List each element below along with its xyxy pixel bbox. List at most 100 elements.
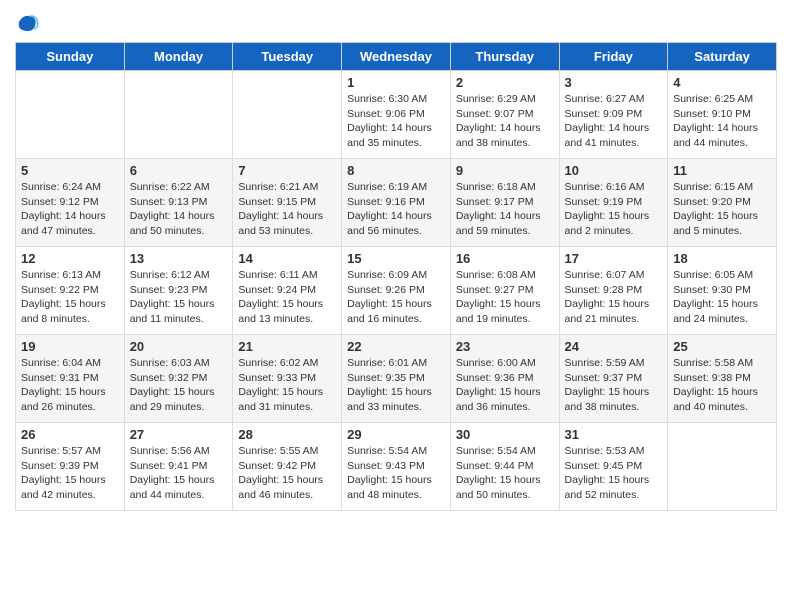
- cell-info: Sunrise: 6:09 AMSunset: 9:26 PMDaylight:…: [347, 268, 445, 327]
- calendar-week-3: 12 Sunrise: 6:13 AMSunset: 9:22 PMDayligh…: [16, 247, 777, 335]
- calendar-cell: 20 Sunrise: 6:03 AMSunset: 9:32 PMDayligh…: [124, 335, 233, 423]
- calendar-cell: 12 Sunrise: 6:13 AMSunset: 9:22 PMDayligh…: [16, 247, 125, 335]
- cell-info: Sunrise: 6:19 AMSunset: 9:16 PMDaylight:…: [347, 180, 445, 239]
- cell-info: Sunrise: 6:05 AMSunset: 9:30 PMDaylight:…: [673, 268, 771, 327]
- calendar-cell: 11 Sunrise: 6:15 AMSunset: 9:20 PMDayligh…: [668, 159, 777, 247]
- calendar-cell: 14 Sunrise: 6:11 AMSunset: 9:24 PMDayligh…: [233, 247, 342, 335]
- calendar-cell: 17Sunrise: 6:07 AMSunset: 9:28 PMDayligh…: [559, 247, 668, 335]
- day-header-friday: Friday: [559, 43, 668, 71]
- calendar-cell: 30Sunrise: 5:54 AMSunset: 9:44 PMDayligh…: [450, 423, 559, 511]
- calendar-cell: [16, 71, 125, 159]
- cell-info: Sunrise: 6:02 AMSunset: 9:33 PMDaylight:…: [238, 356, 336, 415]
- calendar-cell: 7 Sunrise: 6:21 AMSunset: 9:15 PMDaylight…: [233, 159, 342, 247]
- day-header-wednesday: Wednesday: [342, 43, 451, 71]
- calendar-week-4: 19 Sunrise: 6:04 AMSunset: 9:31 PMDayligh…: [16, 335, 777, 423]
- cell-date: 4: [673, 75, 771, 90]
- cell-info: Sunrise: 5:58 AMSunset: 9:38 PMDaylight:…: [673, 356, 771, 415]
- page-header: [15, 10, 777, 34]
- calendar-cell: 2 Sunrise: 6:29 AMSunset: 9:07 PMDaylight…: [450, 71, 559, 159]
- cell-info: Sunrise: 6:08 AMSunset: 9:27 PMDaylight:…: [456, 268, 554, 327]
- cell-date: 1: [347, 75, 445, 90]
- calendar-cell: [233, 71, 342, 159]
- cell-info: Sunrise: 6:15 AMSunset: 9:20 PMDaylight:…: [673, 180, 771, 239]
- cell-date: 19: [21, 339, 119, 354]
- cell-info: Sunrise: 6:24 AMSunset: 9:12 PMDaylight:…: [21, 180, 119, 239]
- calendar-cell: [124, 71, 233, 159]
- calendar-cell: 27 Sunrise: 5:56 AMSunset: 9:41 PMDayligh…: [124, 423, 233, 511]
- cell-info: Sunrise: 5:54 AMSunset: 9:43 PMDaylight:…: [347, 444, 445, 503]
- calendar-cell: 4 Sunrise: 6:25 AMSunset: 9:10 PMDaylight…: [668, 71, 777, 159]
- cell-date: 9: [456, 163, 554, 178]
- cell-date: 2: [456, 75, 554, 90]
- cell-date: 12: [21, 251, 119, 266]
- cell-date: 27: [130, 427, 228, 442]
- cell-info: Sunrise: 6:13 AMSunset: 9:22 PMDaylight:…: [21, 268, 119, 327]
- cell-info: Sunrise: 6:03 AMSunset: 9:32 PMDaylight:…: [130, 356, 228, 415]
- calendar-cell: 5Sunrise: 6:24 AMSunset: 9:12 PMDaylight…: [16, 159, 125, 247]
- cell-date: 15: [347, 251, 445, 266]
- logo: [15, 10, 43, 34]
- cell-info: Sunrise: 6:16 AMSunset: 9:19 PMDaylight:…: [565, 180, 663, 239]
- calendar-cell: 31 Sunrise: 5:53 AMSunset: 9:45 PMDayligh…: [559, 423, 668, 511]
- calendar-cell: [668, 423, 777, 511]
- cell-info: Sunrise: 6:22 AMSunset: 9:13 PMDaylight:…: [130, 180, 228, 239]
- calendar-cell: 8 Sunrise: 6:19 AMSunset: 9:16 PMDaylight…: [342, 159, 451, 247]
- calendar-cell: 13 Sunrise: 6:12 AMSunset: 9:23 PMDayligh…: [124, 247, 233, 335]
- cell-info: Sunrise: 6:01 AMSunset: 9:35 PMDaylight:…: [347, 356, 445, 415]
- calendar-cell: 25 Sunrise: 5:58 AMSunset: 9:38 PMDayligh…: [668, 335, 777, 423]
- calendar-cell: 21 Sunrise: 6:02 AMSunset: 9:33 PMDayligh…: [233, 335, 342, 423]
- cell-info: Sunrise: 6:29 AMSunset: 9:07 PMDaylight:…: [456, 92, 554, 151]
- cell-info: Sunrise: 6:07 AMSunset: 9:28 PMDaylight:…: [565, 268, 663, 327]
- day-header-sunday: Sunday: [16, 43, 125, 71]
- cell-info: Sunrise: 6:30 AMSunset: 9:06 PMDaylight:…: [347, 92, 445, 151]
- calendar-cell: 1 Sunrise: 6:30 AMSunset: 9:06 PMDaylight…: [342, 71, 451, 159]
- day-header-thursday: Thursday: [450, 43, 559, 71]
- logo-icon: [15, 10, 39, 34]
- calendar-cell: 19 Sunrise: 6:04 AMSunset: 9:31 PMDayligh…: [16, 335, 125, 423]
- cell-date: 8: [347, 163, 445, 178]
- calendar-week-2: 5Sunrise: 6:24 AMSunset: 9:12 PMDaylight…: [16, 159, 777, 247]
- cell-date: 23: [456, 339, 554, 354]
- cell-date: 25: [673, 339, 771, 354]
- day-header-tuesday: Tuesday: [233, 43, 342, 71]
- cell-date: 10: [565, 163, 663, 178]
- calendar-table: SundayMondayTuesdayWednesdayThursdayFrid…: [15, 42, 777, 511]
- cell-info: Sunrise: 6:00 AMSunset: 9:36 PMDaylight:…: [456, 356, 554, 415]
- calendar-week-5: 26Sunrise: 5:57 AMSunset: 9:39 PMDayligh…: [16, 423, 777, 511]
- cell-date: 31: [565, 427, 663, 442]
- cell-date: 29: [347, 427, 445, 442]
- calendar-cell: 26Sunrise: 5:57 AMSunset: 9:39 PMDayligh…: [16, 423, 125, 511]
- cell-date: 11: [673, 163, 771, 178]
- calendar-cell: 22 Sunrise: 6:01 AMSunset: 9:35 PMDayligh…: [342, 335, 451, 423]
- cell-date: 20: [130, 339, 228, 354]
- cell-date: 13: [130, 251, 228, 266]
- cell-date: 16: [456, 251, 554, 266]
- cell-date: 7: [238, 163, 336, 178]
- cell-date: 14: [238, 251, 336, 266]
- cell-date: 6: [130, 163, 228, 178]
- cell-info: Sunrise: 6:27 AMSunset: 9:09 PMDaylight:…: [565, 92, 663, 151]
- day-header-monday: Monday: [124, 43, 233, 71]
- calendar-cell: 28Sunrise: 5:55 AMSunset: 9:42 PMDayligh…: [233, 423, 342, 511]
- cell-date: 18: [673, 251, 771, 266]
- cell-info: Sunrise: 5:53 AMSunset: 9:45 PMDaylight:…: [565, 444, 663, 503]
- cell-info: Sunrise: 6:04 AMSunset: 9:31 PMDaylight:…: [21, 356, 119, 415]
- cell-info: Sunrise: 6:11 AMSunset: 9:24 PMDaylight:…: [238, 268, 336, 327]
- calendar-cell: 15 Sunrise: 6:09 AMSunset: 9:26 PMDayligh…: [342, 247, 451, 335]
- calendar-cell: 29 Sunrise: 5:54 AMSunset: 9:43 PMDayligh…: [342, 423, 451, 511]
- cell-info: Sunrise: 6:12 AMSunset: 9:23 PMDaylight:…: [130, 268, 228, 327]
- cell-info: Sunrise: 5:56 AMSunset: 9:41 PMDaylight:…: [130, 444, 228, 503]
- cell-info: Sunrise: 5:57 AMSunset: 9:39 PMDaylight:…: [21, 444, 119, 503]
- calendar-week-1: 1 Sunrise: 6:30 AMSunset: 9:06 PMDaylight…: [16, 71, 777, 159]
- cell-info: Sunrise: 5:59 AMSunset: 9:37 PMDaylight:…: [565, 356, 663, 415]
- cell-info: Sunrise: 6:25 AMSunset: 9:10 PMDaylight:…: [673, 92, 771, 151]
- calendar-cell: 10 Sunrise: 6:16 AMSunset: 9:19 PMDayligh…: [559, 159, 668, 247]
- cell-info: Sunrise: 6:21 AMSunset: 9:15 PMDaylight:…: [238, 180, 336, 239]
- calendar-cell: 18 Sunrise: 6:05 AMSunset: 9:30 PMDayligh…: [668, 247, 777, 335]
- cell-date: 22: [347, 339, 445, 354]
- cell-date: 21: [238, 339, 336, 354]
- day-header-saturday: Saturday: [668, 43, 777, 71]
- calendar-cell: 24Sunrise: 5:59 AMSunset: 9:37 PMDayligh…: [559, 335, 668, 423]
- cell-info: Sunrise: 5:55 AMSunset: 9:42 PMDaylight:…: [238, 444, 336, 503]
- calendar-cell: 6 Sunrise: 6:22 AMSunset: 9:13 PMDaylight…: [124, 159, 233, 247]
